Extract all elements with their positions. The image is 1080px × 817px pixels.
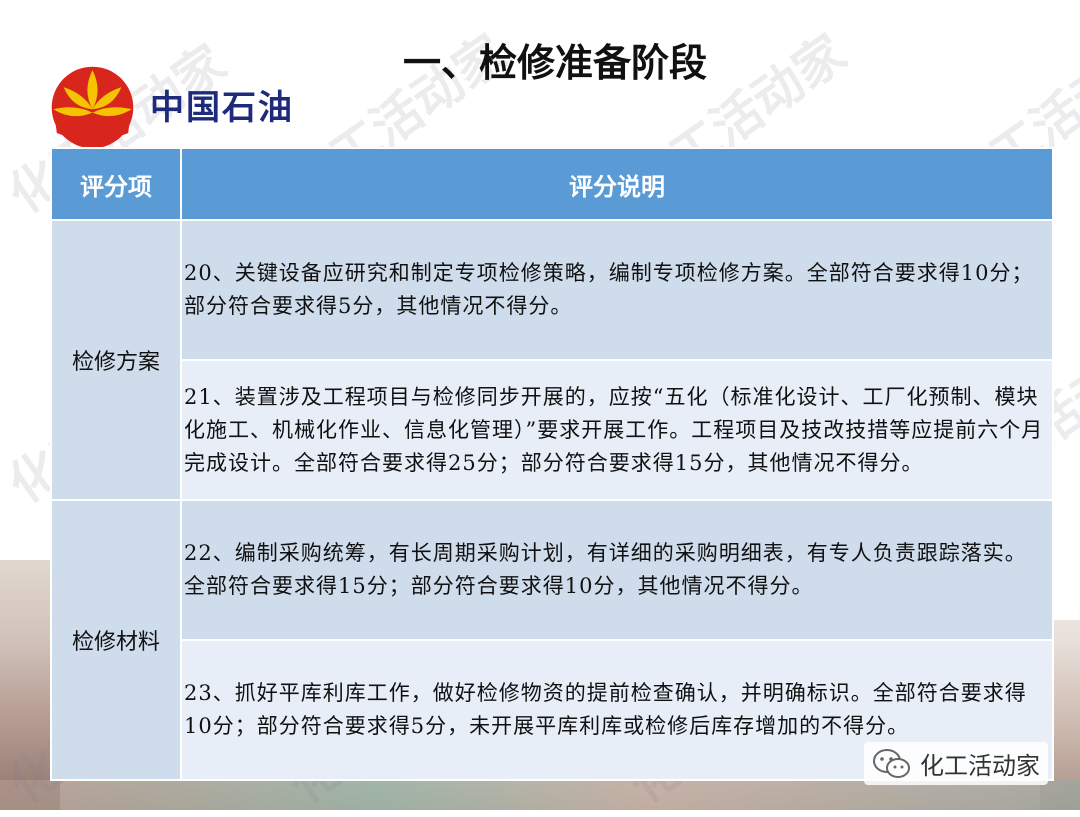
scoring-table: 评分项 评分说明 检修方案 20、关键设备应研究和制定专项检修策略，编制专项检修… <box>50 147 1054 781</box>
description-cell: 20、关键设备应研究和制定专项检修策略，编制专项检修方案。全部符合要求得10分；… <box>180 219 1054 361</box>
footer-account: 化工活动家 <box>864 742 1048 785</box>
wechat-icon <box>873 748 910 778</box>
footer-text: 化工活动家 <box>920 752 1040 780</box>
description-cell: 21、装置涉及工程项目与检修同步开展的，应按“五化（标准化设计、工厂化预制、模块… <box>180 359 1054 501</box>
brand-name: 中国石油 <box>150 88 294 128</box>
header-score-item: 评分项 <box>50 147 182 221</box>
table-row: 检修材料 22、编制采购统筹，有长周期采购计划，有详细的采购明细表，有专人负责跟… <box>50 499 1054 781</box>
header-score-description: 评分说明 <box>180 147 1054 221</box>
category-cell: 检修方案 <box>50 219 182 501</box>
description-cell: 22、编制采购统筹，有长周期采购计划，有详细的采购明细表，有专人负责跟踪落实。全… <box>180 499 1054 641</box>
table-header-row: 评分项 评分说明 <box>50 147 1054 221</box>
table-row: 21、装置涉及工程项目与检修同步开展的，应按“五化（标准化设计、工厂化预制、模块… <box>51 359 1054 501</box>
table-row: 检修方案 20、关键设备应研究和制定专项检修策略，编制专项检修方案。全部符合要求… <box>50 219 1054 501</box>
category-cell: 检修材料 <box>50 499 182 781</box>
page-title: 一、检修准备阶段 <box>402 41 707 85</box>
